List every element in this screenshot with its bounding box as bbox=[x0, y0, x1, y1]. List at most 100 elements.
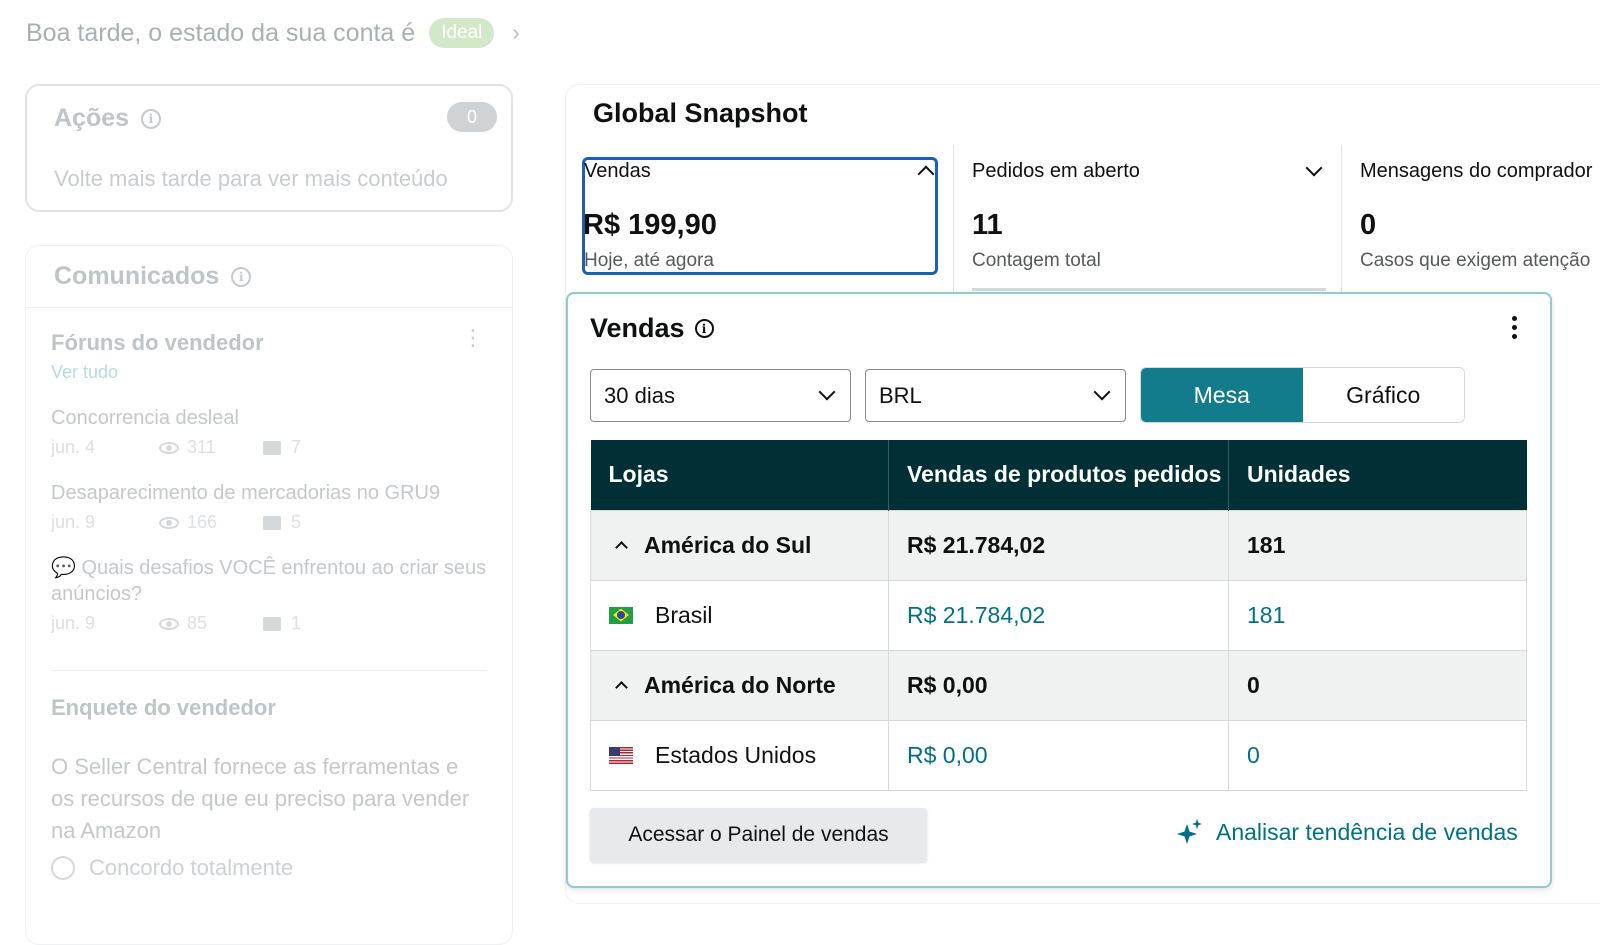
table-row-region[interactable]: América do Norte R$ 0,00 0 bbox=[590, 649, 1527, 721]
forum-post-title[interactable]: 💬 Quais desafios VOCÊ enfrentou ao criar… bbox=[51, 555, 487, 607]
chevron-down-icon bbox=[1093, 383, 1111, 401]
forum-post-meta: jun. 9 85 1 bbox=[51, 613, 487, 634]
global-snapshot-title: Global Snapshot bbox=[593, 98, 808, 128]
comments-count: 1 bbox=[291, 613, 302, 633]
region-cell[interactable]: América do Sul bbox=[590, 509, 889, 581]
period-select[interactable]: 30 dias bbox=[590, 369, 851, 422]
column-header-stores: Lojas bbox=[590, 440, 889, 510]
post-date: jun. 9 bbox=[51, 512, 96, 532]
country-cell: Estados Unidos bbox=[590, 719, 889, 791]
actions-title-label: Ações bbox=[54, 104, 130, 132]
forums-section: Fóruns do vendedor ⋮ Ver tudo Concorrenc… bbox=[26, 308, 512, 881]
forum-post-title[interactable]: Concorrencia desleal bbox=[51, 405, 487, 431]
info-icon[interactable]: i bbox=[141, 108, 162, 129]
forum-post-meta: jun. 4 311 7 bbox=[51, 437, 487, 458]
poll-question: O Seller Central fornece as ferramentas … bbox=[51, 754, 470, 843]
post-date: jun. 9 bbox=[51, 613, 96, 633]
comments-count: 5 bbox=[291, 512, 302, 532]
sales-dashboard-button[interactable]: Acessar o Painel de vendas bbox=[590, 808, 927, 862]
eye-icon bbox=[159, 516, 179, 529]
open-orders-sub: Contagem total bbox=[972, 250, 1101, 271]
country-name: Brasil bbox=[655, 601, 713, 628]
comment-icon bbox=[263, 515, 281, 530]
views-count: 166 bbox=[187, 512, 218, 532]
table-view-button[interactable]: Mesa bbox=[1141, 368, 1303, 422]
poll-option[interactable]: Concordo totalmente bbox=[51, 855, 487, 881]
sparkle-icon bbox=[1177, 819, 1202, 844]
forum-post[interactable]: Concorrencia desleal jun. 4 311 7 bbox=[51, 405, 487, 458]
collapse-caret-icon[interactable] bbox=[615, 540, 628, 554]
announcements-header: Comunicados i bbox=[26, 246, 512, 308]
open-orders-label: Pedidos em aberto bbox=[972, 160, 1140, 182]
sales-tile-label: Vendas bbox=[584, 160, 651, 182]
sales-link[interactable]: R$ 0,00 bbox=[888, 719, 1229, 791]
forum-post-meta: jun. 9 166 5 bbox=[51, 512, 487, 533]
view-all-link[interactable]: Ver tudo bbox=[51, 362, 487, 383]
actions-title: Ações i bbox=[54, 104, 162, 133]
sales-cell: R$ 0,00 bbox=[888, 649, 1229, 721]
buyer-messages-label: Mensagens do comprador bbox=[1360, 160, 1593, 182]
post-date: jun. 4 bbox=[51, 437, 96, 457]
buyer-messages-tile[interactable]: Mensagens do comprador 0 Casos que exige… bbox=[1342, 145, 1600, 293]
units-link[interactable]: 0 bbox=[1228, 719, 1527, 791]
tile-underline bbox=[972, 288, 1326, 291]
info-icon[interactable]: i bbox=[694, 319, 714, 338]
account-health-greeting[interactable]: Boa tarde, o estado da sua conta é Ideal… bbox=[26, 18, 520, 48]
analyze-sales-trend-link[interactable]: Analisar tendência de vendas bbox=[1176, 818, 1518, 846]
account-status-badge: Ideal bbox=[429, 18, 495, 48]
currency-select-value: BRL bbox=[879, 382, 922, 408]
views-count: 311 bbox=[187, 437, 216, 457]
more-options-icon[interactable] bbox=[1508, 316, 1520, 339]
post-comments: 1 bbox=[263, 613, 301, 634]
country-cell: Brasil bbox=[590, 579, 889, 651]
region-name: América do Norte bbox=[644, 671, 836, 698]
sales-cell: R$ 21.784,02 bbox=[888, 509, 1229, 581]
comments-count: 7 bbox=[291, 437, 302, 457]
collapse-caret-icon[interactable] bbox=[615, 680, 628, 694]
currency-select[interactable]: BRL bbox=[865, 369, 1126, 422]
forum-post-title[interactable]: Desaparecimento de mercadorias no GRU9 bbox=[51, 480, 487, 506]
chevron-right-icon[interactable]: › bbox=[512, 20, 519, 46]
actions-card: Ações i 0 Volte mais tarde para ver mais… bbox=[25, 84, 513, 212]
buyer-messages-value: 0 bbox=[1360, 209, 1377, 241]
forum-post[interactable]: 💬 Quais desafios VOCÊ enfrentou ao criar… bbox=[51, 555, 487, 634]
table-row-region[interactable]: América do Sul R$ 21.784,02 181 bbox=[590, 509, 1527, 581]
post-comments: 7 bbox=[263, 437, 301, 458]
comment-icon bbox=[263, 440, 281, 455]
period-select-value: 30 dias bbox=[604, 382, 675, 408]
table-row-country[interactable]: Estados Unidos R$ 0,00 0 bbox=[590, 719, 1527, 791]
info-icon[interactable]: i bbox=[231, 266, 252, 287]
view-toggle[interactable]: Mesa Gráfico bbox=[1140, 367, 1465, 423]
chart-view-button[interactable]: Gráfico bbox=[1302, 368, 1464, 422]
forum-post[interactable]: Desaparecimento de mercadorias no GRU9 j… bbox=[51, 480, 487, 533]
eye-icon bbox=[159, 617, 179, 630]
more-options-icon[interactable]: ⋮ bbox=[462, 327, 484, 349]
post-comments: 5 bbox=[263, 512, 301, 533]
radio-button[interactable] bbox=[51, 856, 75, 880]
views-count: 85 bbox=[187, 613, 208, 633]
poll-section: Enquete do vendedor O Seller Central for… bbox=[51, 670, 487, 881]
units-cell: 181 bbox=[1228, 509, 1527, 581]
region-cell[interactable]: América do Norte bbox=[590, 649, 889, 721]
units-link[interactable]: 181 bbox=[1228, 579, 1527, 651]
us-flag-icon bbox=[609, 746, 633, 764]
post-views: 311 bbox=[159, 437, 263, 458]
sales-link[interactable]: R$ 21.784,02 bbox=[888, 579, 1229, 651]
sales-tile-value: R$ 199,90 bbox=[583, 209, 717, 241]
table-row-country[interactable]: Brasil R$ 21.784,02 181 bbox=[590, 579, 1527, 651]
sales-panel-title: Vendas i bbox=[590, 313, 714, 344]
post-views: 85 bbox=[159, 613, 263, 634]
column-header-units: Unidades bbox=[1228, 440, 1527, 510]
units-cell: 0 bbox=[1228, 649, 1527, 721]
eye-icon bbox=[159, 441, 179, 454]
sales-tile-sub: Hoje, até agora bbox=[584, 250, 714, 271]
chevron-down-icon bbox=[818, 383, 836, 401]
poll-option-label: Concordo totalmente bbox=[89, 855, 294, 880]
greeting-text: Boa tarde, o estado da sua conta é bbox=[26, 18, 416, 47]
sales-panel-title-label: Vendas bbox=[590, 313, 685, 343]
buyer-messages-sub: Casos que exigem atenção bbox=[1360, 250, 1591, 271]
brazil-flag-icon bbox=[609, 606, 633, 624]
poll-title: Enquete do vendedor bbox=[51, 695, 276, 720]
open-orders-value: 11 bbox=[972, 209, 1003, 241]
actions-count-badge: 0 bbox=[447, 102, 497, 132]
